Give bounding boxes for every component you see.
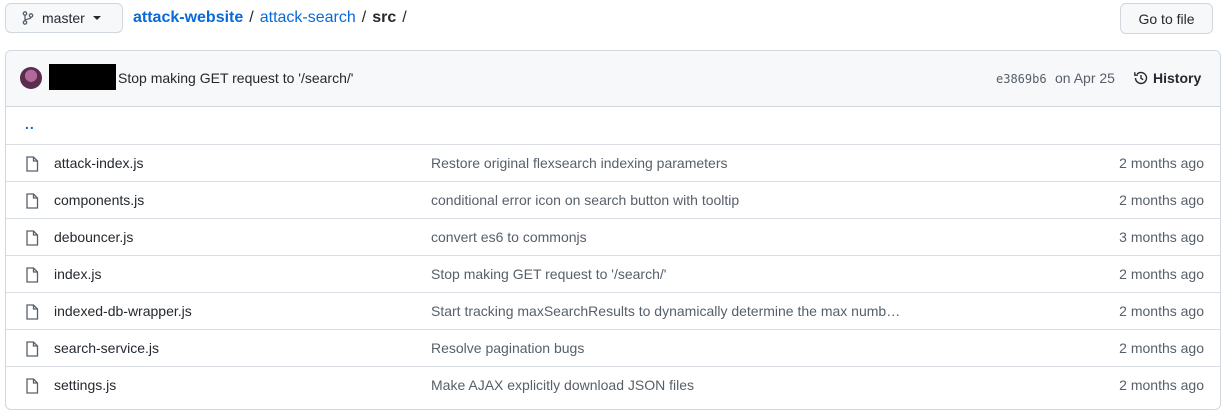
file-row[interactable]: index.js Stop making GET request to '/sea…	[6, 255, 1220, 292]
breadcrumb-folder-link[interactable]: attack-search	[260, 9, 356, 27]
file-icon	[26, 230, 39, 246]
parent-directory-link[interactable]: ..	[25, 116, 35, 132]
commit-message-link[interactable]: Stop making GET request to '/search/'	[118, 70, 353, 86]
file-commit-message-link[interactable]: Stop making GET request to '/search/'	[431, 266, 666, 282]
file-icon	[26, 304, 39, 320]
file-commit-message-link[interactable]: convert es6 to commonjs	[431, 229, 587, 245]
file-commit-age: 2 months ago	[1119, 266, 1204, 282]
file-icon	[26, 267, 39, 283]
git-branch-icon	[22, 11, 34, 25]
breadcrumb-separator: /	[361, 9, 367, 26]
file-name-link[interactable]: search-service.js	[54, 340, 159, 356]
file-commit-message-link[interactable]: conditional error icon on search button …	[431, 192, 739, 208]
breadcrumb: attack-website / attack-search / src /	[133, 9, 413, 27]
file-commit-age: 2 months ago	[1119, 340, 1204, 356]
file-commit-message-link[interactable]: Resolve pagination bugs	[431, 340, 584, 356]
file-name-link[interactable]: components.js	[54, 192, 144, 208]
file-row[interactable]: search-service.js Resolve pagination bugs…	[6, 329, 1220, 366]
file-row[interactable]: settings.js Make AJAX explicitly download…	[6, 366, 1220, 403]
history-label: History	[1153, 70, 1202, 86]
branch-select-button[interactable]: master	[5, 3, 123, 33]
file-icon	[26, 378, 39, 394]
chevron-down-icon	[92, 16, 101, 20]
branch-name: master	[42, 10, 85, 26]
file-name-link[interactable]: indexed-db-wrapper.js	[54, 303, 192, 319]
file-icon	[26, 341, 39, 357]
top-bar: master attack-website / attack-search / …	[0, 0, 1222, 52]
avatar[interactable]	[20, 67, 42, 89]
commit-date: on Apr 25	[1055, 70, 1115, 86]
file-name-link[interactable]: settings.js	[54, 377, 116, 393]
file-name-link[interactable]: debouncer.js	[54, 229, 133, 245]
history-icon	[1134, 71, 1148, 85]
commit-sha-link[interactable]: e3869b6	[996, 72, 1047, 86]
file-icon	[26, 193, 39, 209]
file-commit-message-link[interactable]: Make AJAX explicitly download JSON files	[431, 377, 694, 393]
file-name-link[interactable]: index.js	[54, 266, 101, 282]
breadcrumb-separator: /	[402, 9, 407, 26]
file-commit-age: 3 months ago	[1119, 229, 1204, 245]
file-commit-message-link[interactable]: Start tracking maxSearchResults to dynam…	[431, 303, 900, 319]
file-browser: Stop making GET request to '/search/' e3…	[5, 50, 1221, 410]
history-link[interactable]: History	[1133, 70, 1201, 86]
parent-directory-row: ..	[6, 107, 1220, 144]
go-to-file-button[interactable]: Go to file	[1120, 3, 1213, 34]
file-row[interactable]: attack-index.js Restore original flexsear…	[6, 144, 1220, 181]
file-icon	[26, 156, 39, 172]
file-row[interactable]: debouncer.js convert es6 to commonjs 3 mon…	[6, 218, 1220, 255]
file-row[interactable]: indexed-db-wrapper.js Start tracking maxS…	[6, 292, 1220, 329]
breadcrumb-separator: /	[249, 9, 254, 26]
breadcrumb-repo-link[interactable]: attack-website	[133, 9, 243, 27]
file-commit-message-link[interactable]: Restore original flexsearch indexing par…	[431, 155, 727, 171]
redacted-author	[49, 64, 116, 90]
latest-commit-bar: Stop making GET request to '/search/' e3…	[6, 51, 1220, 107]
file-commit-age: 2 months ago	[1119, 155, 1204, 171]
file-commit-age: 2 months ago	[1119, 377, 1204, 393]
file-commit-age: 2 months ago	[1119, 192, 1204, 208]
file-name-link[interactable]: attack-index.js	[54, 155, 143, 171]
file-list: .. attack-index.js Restore original flexs…	[6, 107, 1220, 403]
file-commit-age: 2 months ago	[1119, 303, 1204, 319]
breadcrumb-current: src	[372, 9, 397, 26]
file-row[interactable]: components.js conditional error icon on s…	[6, 181, 1220, 218]
